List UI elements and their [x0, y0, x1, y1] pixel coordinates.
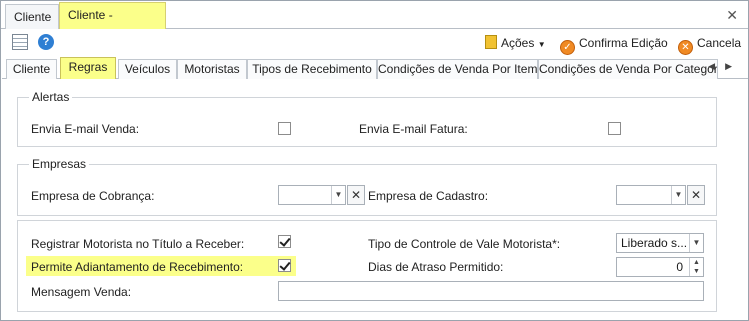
- mensagem-venda-input[interactable]: [278, 281, 704, 301]
- permite-adiantamento-label: Permite Adiantamento de Recebimento:: [31, 260, 244, 274]
- tab-veiculos[interactable]: Veículos: [118, 59, 177, 79]
- email-venda-checkbox[interactable]: [278, 122, 291, 135]
- tab-scroll-arrows[interactable]: ◀▶: [708, 61, 742, 72]
- registrar-motorista-label: Registrar Motorista no Título a Receber:: [31, 237, 245, 251]
- actions-icon: [485, 35, 497, 49]
- confirm-label: Confirma Edição: [579, 36, 668, 50]
- empresa-cadastro-select[interactable]: ▼: [616, 185, 686, 205]
- chevron-down-icon[interactable]: ▼: [689, 234, 703, 252]
- cancel-label: Cancela: [697, 36, 742, 50]
- tipo-controle-select[interactable]: Liberado s... ▼: [616, 233, 704, 253]
- window-frame: Cliente Cliente - [Edição] ✕ ? Ações ▼ ✓…: [0, 0, 749, 321]
- permite-adiantamento-checkbox[interactable]: [278, 259, 291, 272]
- tab-tipos-recebimento[interactable]: Tipos de Recebimento: [247, 59, 377, 79]
- dias-atraso-input[interactable]: 0 ▲ ▼: [616, 257, 704, 277]
- grid-icon[interactable]: [12, 34, 28, 50]
- tipo-controle-value: Liberado s...: [621, 236, 688, 250]
- empresa-cobranca-select[interactable]: ▼: [278, 185, 346, 205]
- check-icon: ✓: [560, 40, 575, 55]
- cancel-icon: ✕: [678, 40, 693, 55]
- close-icon[interactable]: ✕: [726, 7, 738, 24]
- tab-cliente[interactable]: Cliente: [6, 59, 57, 79]
- tab-condicoes-item[interactable]: Condições de Venda Por Item: [377, 59, 538, 79]
- toolbar: ? Ações ▼ ✓ Confirma Edição ✕ Cancela: [2, 30, 748, 56]
- tab-cliente[interactable]: Cliente: [5, 4, 59, 29]
- empresa-cadastro-label: Empresa de Cadastro:: [368, 189, 489, 203]
- help-icon[interactable]: ?: [38, 34, 54, 50]
- empresa-cobranca-label: Empresa de Cobrança:: [31, 189, 155, 203]
- chevron-down-icon[interactable]: ▼: [671, 186, 685, 204]
- tab-motoristas[interactable]: Motoristas: [177, 59, 247, 79]
- acoes-button[interactable]: Ações ▼: [485, 34, 546, 52]
- top-tab-bar: Cliente Cliente - [Edição] ✕: [1, 1, 748, 46]
- cancela-button[interactable]: ✕ Cancela: [678, 34, 742, 55]
- regras-panel: Alertas Envia E-mail Venda: Envia E-mail…: [2, 80, 748, 320]
- chevron-down-icon: ▼: [537, 40, 546, 49]
- email-venda-label: Envia E-mail Venda:: [31, 122, 140, 136]
- mensagem-venda-label: Mensagem Venda:: [31, 285, 132, 299]
- acoes-label: Ações: [501, 36, 535, 50]
- clear-cadastro-button[interactable]: ✕: [687, 185, 705, 205]
- email-fatura-checkbox[interactable]: [608, 122, 621, 135]
- empresas-title: Empresas: [29, 157, 90, 171]
- chevron-down-icon[interactable]: ▼: [331, 186, 345, 204]
- sub-tab-bar: Cliente Regras Veículos Motoristas Tipos…: [2, 57, 748, 79]
- dias-atraso-value: 0: [676, 260, 683, 274]
- confirma-edicao-button[interactable]: ✓ Confirma Edição: [560, 34, 668, 55]
- email-fatura-label: Envia E-mail Fatura:: [359, 122, 468, 136]
- alertas-title: Alertas: [29, 90, 73, 104]
- tab-condicoes-categoria[interactable]: Condições de Venda Por Categor: [538, 59, 718, 79]
- clear-cobranca-button[interactable]: ✕: [347, 185, 365, 205]
- registrar-motorista-checkbox[interactable]: [278, 235, 291, 248]
- tipo-controle-label: Tipo de Controle de Vale Motorista*:: [368, 237, 561, 251]
- stepper-icon[interactable]: ▲ ▼: [689, 258, 703, 276]
- tab-regras[interactable]: Regras: [60, 57, 116, 79]
- dias-atraso-label: Dias de Atraso Permitido:: [368, 260, 504, 274]
- tab-cliente-edicao[interactable]: Cliente - [Edição]: [59, 2, 166, 46]
